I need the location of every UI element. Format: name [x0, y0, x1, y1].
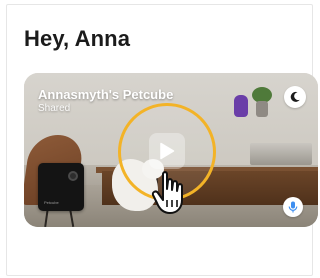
hand-pointer-icon: [151, 171, 183, 214]
camera-feed-pot: [256, 101, 268, 117]
camera-title: Annasmyth's Petcube: [38, 87, 174, 102]
camera-feed-vase: [234, 95, 248, 117]
petcube-device: Petcube: [38, 163, 84, 211]
device-label: Petcube: [44, 200, 59, 205]
page-title: Hey, Anna: [24, 26, 131, 51]
microphone-icon: [288, 201, 298, 213]
microphone-button[interactable]: [283, 197, 303, 217]
camera-feed-receiver: [250, 143, 312, 165]
moon-icon: [290, 91, 300, 102]
play-icon: [160, 142, 175, 160]
night-mode-button[interactable]: [284, 86, 306, 108]
device-lens: [68, 171, 78, 181]
play-button[interactable]: [149, 133, 185, 169]
camera-subtitle: Shared: [38, 103, 71, 114]
